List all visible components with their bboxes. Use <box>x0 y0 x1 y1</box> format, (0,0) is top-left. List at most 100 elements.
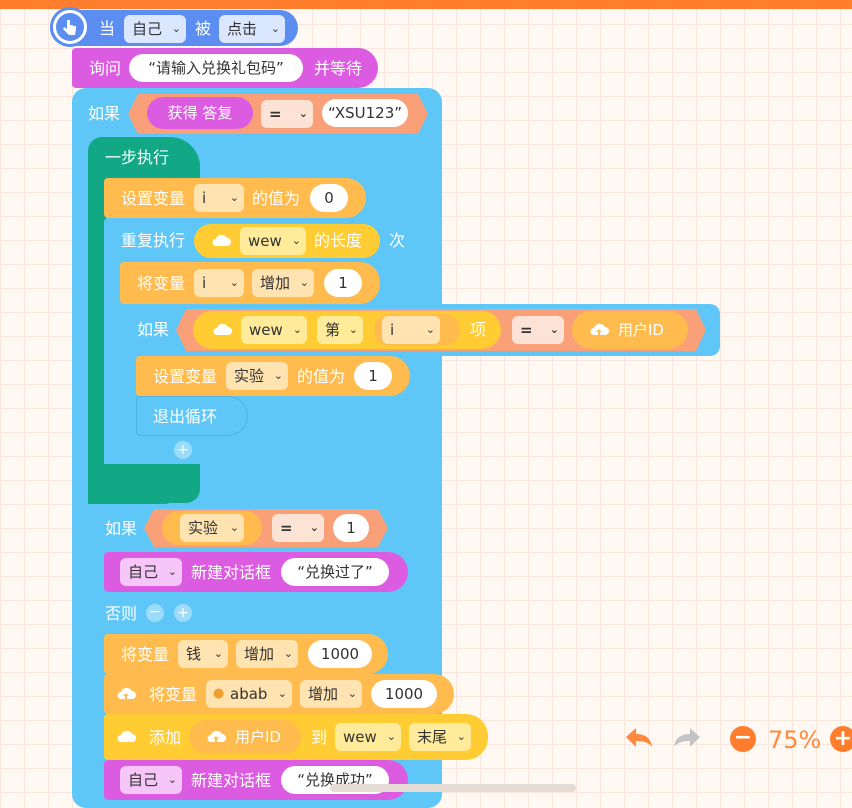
ask-suffix-label: 并等待 <box>314 59 363 78</box>
redo-icon <box>674 728 700 747</box>
undo-button[interactable] <box>622 722 656 756</box>
change2-label: 将变量 <box>121 645 170 664</box>
chevron-down-icon: ⌄ <box>270 22 280 35</box>
if2-operator-value: = <box>520 321 533 339</box>
chevron-down-icon: ⌄ <box>277 687 287 700</box>
if2-label: 如果 <box>137 320 170 339</box>
chevron-down-icon: ⌄ <box>298 107 308 120</box>
change-variable-label: 将变量 <box>137 274 186 293</box>
step-execute-label: 一步执行 <box>105 148 170 167</box>
addlist-list-dropdown[interactable]: wew ⌄ <box>335 723 401 751</box>
remove-branch-button[interactable]: − <box>146 604 164 622</box>
chevron-down-icon: ⌄ <box>167 565 177 578</box>
chevron-down-icon: ⌄ <box>273 369 283 382</box>
cloud-icon <box>212 234 231 246</box>
change1-var-dropdown[interactable]: i ⌄ <box>194 269 244 297</box>
addlist-label: 添加 <box>149 728 182 747</box>
repeat-suffix-label: 次 <box>389 231 406 250</box>
event-action-value: 点击 <box>227 20 258 38</box>
change3-value-input[interactable]: 1000 <box>371 680 437 708</box>
if3-var-value: 实验 <box>188 519 219 537</box>
dialog2-label: 新建对话框 <box>191 771 272 790</box>
dialog1-target-dropdown[interactable]: 自己 ⌄ <box>120 558 182 586</box>
if2-item-label: 项 <box>470 320 487 339</box>
if2-list-value: wew <box>249 321 283 339</box>
if2-index-dropdown[interactable]: i ⌄ <box>382 316 440 344</box>
change1-value-input[interactable]: 1 <box>324 269 362 297</box>
event-target-dropdown[interactable]: 自己 ⌄ <box>124 15 186 43</box>
if1-operator-dropdown[interactable]: = ⌄ <box>261 100 313 128</box>
change1-action-value: 增加 <box>260 274 291 292</box>
dialog2-target-dropdown[interactable]: 自己 ⌄ <box>120 766 182 794</box>
redo-button[interactable] <box>670 722 704 756</box>
if2-nth-dropdown[interactable]: 第 ⌄ <box>317 316 363 344</box>
dialog2-target-value: 自己 <box>128 771 159 789</box>
setvar1-var-dropdown[interactable]: i ⌄ <box>194 184 244 212</box>
change3-var-value: abab <box>230 685 268 703</box>
change2-action-dropdown[interactable]: 增加 ⌄ <box>236 640 298 668</box>
add-else-branch-button[interactable]: + <box>174 604 192 622</box>
event-target-value: 自己 <box>132 20 163 38</box>
chevron-down-icon: ⌄ <box>299 276 309 289</box>
if1-operator-value: = <box>269 105 282 123</box>
addlist-list-value: wew <box>343 728 377 746</box>
if2-operator-dropdown[interactable]: = ⌄ <box>512 316 564 344</box>
zoom-in-button[interactable]: + <box>830 726 852 752</box>
dialog1-target-value: 自己 <box>128 563 159 581</box>
if3-value-input[interactable]: 1 <box>333 514 369 542</box>
addlist-position-dropdown[interactable]: 末尾 ⌄ <box>409 723 471 751</box>
chevron-down-icon: ⌄ <box>171 22 181 35</box>
get-answer-reporter[interactable]: 获得 答复 <box>147 97 253 129</box>
change3-action-value: 增加 <box>308 685 339 703</box>
set-variable-label: 设置变量 <box>121 189 186 208</box>
zoom-out-button[interactable]: − <box>730 726 756 752</box>
setvar1-value-input[interactable]: 0 <box>310 184 348 212</box>
zoom-level: 75% <box>768 726 822 754</box>
change3-var-dropdown[interactable]: ● abab ⌄ <box>206 680 292 708</box>
cloud-upload-icon <box>117 687 136 699</box>
else-label: 否则 <box>105 604 138 623</box>
repeat-list-dropdown[interactable]: wew ⌄ <box>240 227 306 255</box>
chevron-down-icon: ⌄ <box>292 323 302 336</box>
chevron-down-icon: ⌄ <box>229 276 239 289</box>
chevron-down-icon: ⌄ <box>456 730 466 743</box>
cloud-icon <box>213 323 232 335</box>
change1-var-value: i <box>202 274 207 292</box>
list-length-label: 的长度 <box>314 231 363 250</box>
addlist-to-label: 到 <box>311 728 328 747</box>
chevron-down-icon: ⌄ <box>386 730 396 743</box>
if1-value-input[interactable]: “XSU123” <box>322 99 408 127</box>
setvar2-mid-label: 的值为 <box>297 367 346 386</box>
if2-index-value: i <box>390 321 395 339</box>
setvar2-var-dropdown[interactable]: 实验 ⌄ <box>226 362 288 390</box>
step-execute-footer <box>88 482 176 504</box>
change1-action-dropdown[interactable]: 增加 ⌄ <box>252 269 314 297</box>
setvar2-value-input[interactable]: 1 <box>354 362 392 390</box>
ask-question-input[interactable]: “请输入兑换礼包码” <box>129 54 303 82</box>
horizontal-scrollbar[interactable] <box>330 784 576 792</box>
setvar1-var-value: i <box>202 189 207 207</box>
chevron-down-icon: ⌄ <box>229 191 239 204</box>
hand-pointer-icon <box>50 7 90 47</box>
event-action-dropdown[interactable]: 点击 ⌄ <box>219 15 285 43</box>
if3-operator-dropdown[interactable]: = ⌄ <box>272 514 324 542</box>
change3-action-dropdown[interactable]: 增加 ⌄ <box>300 680 362 708</box>
change2-var-dropdown[interactable]: 钱 ⌄ <box>178 640 228 668</box>
change3-label: 将变量 <box>149 685 198 704</box>
chevron-down-icon: ⌄ <box>347 687 357 700</box>
cloud-upload-icon <box>207 730 226 742</box>
repeat-list-value: wew <box>248 232 282 250</box>
dialog1-text-input[interactable]: “兑换过了” <box>281 558 389 586</box>
chevron-down-icon: ⌄ <box>167 773 177 786</box>
add-branch-button[interactable]: + <box>174 441 192 459</box>
chevron-down-icon: ⌄ <box>425 323 435 336</box>
setvar2-label: 设置变量 <box>153 367 218 386</box>
change2-value-input[interactable]: 1000 <box>308 640 372 668</box>
change2-var-value: 钱 <box>186 645 202 663</box>
ask-label: 询问 <box>89 59 122 78</box>
if3-var-dropdown[interactable]: 实验 ⌄ <box>180 514 244 542</box>
user-icon: ● <box>213 686 225 701</box>
addlist-position-value: 末尾 <box>417 728 448 746</box>
undo-icon <box>626 728 652 747</box>
if2-list-dropdown[interactable]: wew ⌄ <box>241 316 307 344</box>
